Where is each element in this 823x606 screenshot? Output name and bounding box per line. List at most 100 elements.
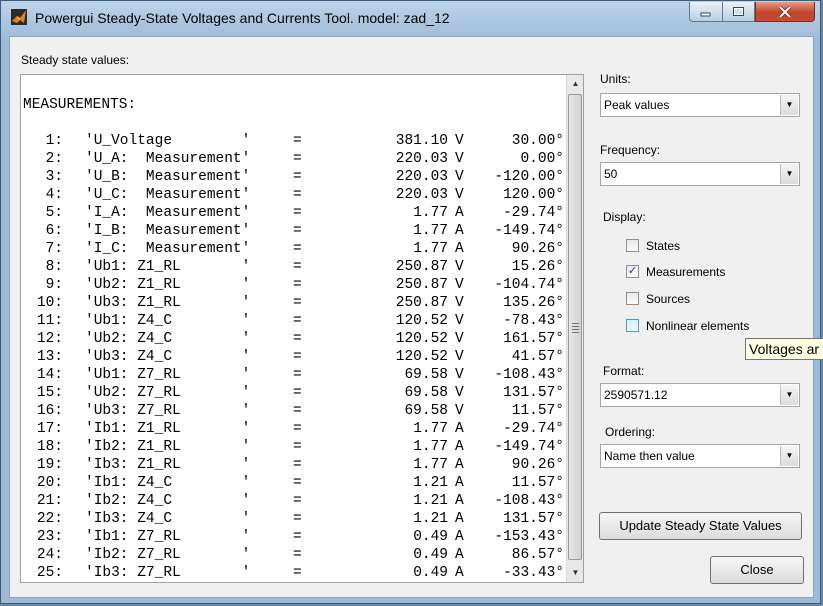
row-index: 7: (45, 241, 63, 257)
row-name: 'U_C: Measurement' (85, 187, 251, 203)
row-unit: A (455, 475, 464, 491)
row-magnitude: 220.03 (395, 169, 448, 185)
row-unit: A (455, 421, 464, 437)
row-angle: 161.57° (503, 331, 564, 347)
row-name: 'Ib1: Z7_RL ' (85, 529, 251, 545)
ordering-dropdown[interactable]: Name then value ▼ (600, 444, 800, 468)
row-magnitude: 1.21 (413, 475, 448, 491)
row-name: 'I_A: Measurement' (85, 205, 251, 221)
row-angle: 135.26° (503, 295, 564, 311)
row-index: 12: (36, 331, 63, 347)
row-magnitude: 1.77 (413, 241, 448, 257)
row-magnitude: 1.77 (413, 439, 448, 455)
row-name: 'Ub1: Z4_C ' (85, 313, 251, 329)
row-name: 'Ib1: Z1_RL ' (85, 421, 251, 437)
row-equals: = (293, 331, 302, 347)
format-value: 2590571.12 (604, 388, 668, 402)
row-unit: V (455, 403, 464, 419)
row-unit: A (455, 565, 464, 580)
row-index: 16: (36, 403, 63, 419)
title-bar[interactable]: Powergui Steady-State Voltages and Curre… (1, 1, 820, 35)
row-equals: = (293, 349, 302, 365)
sources-checkbox[interactable] (626, 292, 639, 305)
row-unit: V (455, 151, 464, 167)
row-unit: V (455, 385, 464, 401)
steady-state-content: MEASUREMENTS: 1: 'U_Voltage ' = 381.10 V 30.0… (22, 77, 565, 580)
row-magnitude: 120.52 (395, 331, 448, 347)
measurements-heading: MEASUREMENTS: (23, 97, 137, 113)
row-equals: = (293, 457, 302, 473)
row-name: 'Ib3: Z1_RL ' (85, 457, 251, 473)
row-unit: V (455, 259, 464, 275)
row-index: 1: (45, 133, 63, 149)
row-index: 19: (36, 457, 63, 473)
maximize-icon (733, 7, 744, 16)
row-angle: -104.74° (494, 277, 564, 293)
row-name: 'Ub3: Z7_RL ' (85, 403, 251, 419)
row-equals: = (293, 511, 302, 527)
row-magnitude: 381.10 (395, 133, 448, 149)
frequency-dropdown[interactable]: 50 ▼ (600, 162, 800, 186)
units-dropdown[interactable]: Peak values ▼ (600, 93, 800, 117)
row-magnitude: 120.52 (395, 349, 448, 365)
row-equals: = (293, 295, 302, 311)
row-angle: 120.00° (503, 187, 564, 203)
row-index: 17: (36, 421, 63, 437)
row-name: 'Ib2: Z7_RL ' (85, 547, 251, 563)
row-angle: 15.26° (511, 259, 564, 275)
states-label: States (646, 239, 681, 253)
row-index: 9: (45, 277, 63, 293)
row-equals: = (293, 205, 302, 221)
row-equals: = (293, 313, 302, 329)
row-unit: V (455, 367, 464, 383)
window-title: Powergui Steady-State Voltages and Curre… (35, 10, 450, 26)
close-button[interactable]: Close (710, 556, 804, 584)
close-icon (778, 5, 792, 18)
row-magnitude: 0.49 (413, 565, 448, 580)
chevron-down-icon: ▼ (780, 164, 798, 184)
dialog-body: Steady state values: MEASUREMENTS: 1: 'U_… (9, 36, 814, 598)
row-angle: -29.74° (503, 205, 564, 221)
format-dropdown[interactable]: 2590571.12 ▼ (600, 383, 800, 407)
row-magnitude: 1.77 (413, 205, 448, 221)
row-angle: 131.57° (503, 511, 564, 527)
row-name: 'Ib2: Z1_RL ' (85, 439, 251, 455)
checkmark-icon: ✓ (627, 265, 638, 277)
row-equals: = (293, 133, 302, 149)
row-name: 'Ib3: Z7_RL ' (85, 565, 251, 580)
row-unit: V (455, 277, 464, 293)
nonlinear-elements-label: Nonlinear elements (646, 319, 750, 333)
minimize-button[interactable] (689, 2, 723, 22)
update-steady-state-button[interactable]: Update Steady State Values (599, 512, 802, 540)
row-unit: V (455, 169, 464, 185)
steady-state-textbox[interactable]: MEASUREMENTS: 1: 'U_Voltage ' = 381.10 V 30.0… (20, 74, 584, 583)
maximize-button[interactable] (722, 2, 755, 22)
states-checkbox[interactable] (626, 239, 639, 252)
chevron-down-icon: ▼ (780, 385, 798, 405)
measurements-checkbox[interactable]: ✓ (626, 265, 639, 278)
row-unit: A (455, 457, 464, 473)
row-equals: = (293, 529, 302, 545)
close-window-button[interactable] (755, 2, 815, 22)
row-index: 3: (45, 169, 63, 185)
row-magnitude: 120.52 (395, 313, 448, 329)
format-label: Format: (603, 364, 645, 378)
matlab-icon (11, 9, 27, 25)
row-angle: -108.43° (494, 493, 564, 509)
vertical-scrollbar[interactable]: ▲ ▼ (566, 75, 583, 582)
row-unit: V (455, 295, 464, 311)
row-index: 5: (45, 205, 63, 221)
row-index: 15: (36, 385, 63, 401)
row-magnitude: 69.58 (404, 367, 448, 383)
row-name: 'Ub3: Z4_C ' (85, 349, 251, 365)
scrollbar-thumb[interactable] (568, 94, 582, 560)
row-equals: = (293, 187, 302, 203)
steady-state-label: Steady state values: (21, 53, 130, 67)
row-angle: 131.57° (503, 385, 564, 401)
powergui-dialog-window: Powergui Steady-State Voltages and Curre… (0, 0, 821, 604)
row-name: 'Ub2: Z7_RL ' (85, 385, 251, 401)
row-equals: = (293, 277, 302, 293)
scroll-down-arrow-icon[interactable]: ▼ (567, 564, 583, 581)
nonlinear-elements-checkbox[interactable] (626, 319, 639, 332)
scroll-up-arrow-icon[interactable]: ▲ (567, 75, 583, 92)
